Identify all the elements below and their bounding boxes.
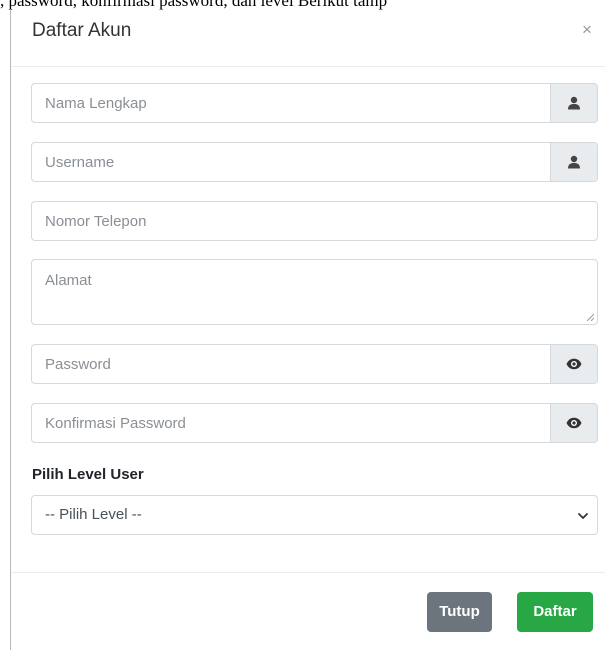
level-select-value: -- Pilih Level -- <box>45 506 142 523</box>
nama-lengkap-input[interactable] <box>32 84 551 122</box>
password-toggle[interactable] <box>550 345 597 383</box>
resize-grip-icon[interactable] <box>586 313 594 321</box>
nama-lengkap-group <box>31 83 598 123</box>
close-button[interactable]: × <box>577 20 597 40</box>
level-select[interactable]: -- Pilih Level -- <box>31 495 598 535</box>
tutup-button[interactable]: Tutup <box>427 592 492 632</box>
password-group <box>31 344 598 384</box>
user-icon <box>568 96 580 110</box>
user-icon <box>568 155 580 169</box>
footer-divider <box>11 572 605 573</box>
chevron-down-icon <box>578 513 588 519</box>
konfirmasi-password-toggle[interactable] <box>550 404 597 442</box>
username-input[interactable] <box>32 143 551 181</box>
eye-icon <box>566 358 582 370</box>
modal-header: Daftar Akun × <box>11 10 605 67</box>
konfirmasi-password-input[interactable] <box>32 404 551 442</box>
nama-lengkap-addon <box>550 84 597 122</box>
daftar-button[interactable]: Daftar <box>517 592 593 632</box>
register-modal: Daftar Akun × Nama Lengkap Username Nomo… <box>10 10 605 650</box>
modal-title: Daftar Akun <box>32 20 132 41</box>
username-group <box>31 142 598 182</box>
alamat-group <box>31 259 598 325</box>
alamat-textarea[interactable] <box>32 260 597 324</box>
username-addon <box>550 143 597 181</box>
konfirmasi-password-group <box>31 403 598 443</box>
nomor-telepon-input[interactable] <box>32 202 597 240</box>
password-input[interactable] <box>32 345 551 383</box>
eye-icon <box>566 417 582 429</box>
nomor-telepon-group <box>31 201 598 241</box>
level-label: Pilih Level User <box>32 466 144 483</box>
